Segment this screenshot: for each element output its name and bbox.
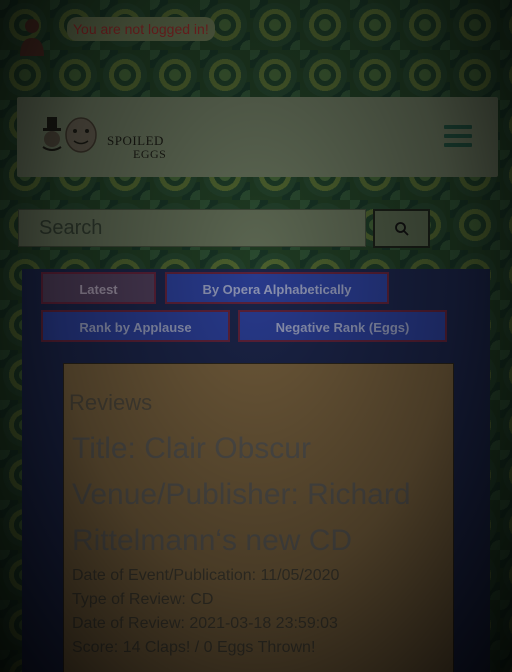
tab-rank-by-applause[interactable]: Rank by Applause [41, 310, 230, 342]
tab-latest[interactable]: Latest [41, 272, 156, 304]
search-input[interactable] [18, 209, 366, 247]
reviews-heading: Reviews [69, 390, 153, 415]
review-card: Reviews Title: Clair Obscur Venue/Publis… [63, 363, 454, 672]
logo-text-eggs: EGGS [133, 147, 167, 161]
site-header: SPOILED EGGS [17, 97, 498, 177]
search-icon [394, 221, 409, 236]
review-date-of-event: Date of Event/Publication: 11/05/2020 [72, 567, 340, 584]
spoiled-eggs-logo[interactable]: SPOILED EGGS [29, 109, 179, 161]
tab-negative-rank-eggs[interactable]: Negative Rank (Eggs) [238, 310, 447, 342]
tab-by-opera-alphabetically[interactable]: By Opera Alphabetically [165, 272, 389, 304]
search-button[interactable] [373, 209, 430, 248]
review-title[interactable]: Title: Clair Obscur Venue/Publisher: Ric… [72, 426, 452, 564]
review-date-of-review: Date of Review: 2021-03-18 23:59:03 [72, 615, 338, 632]
review-type: Type of Review: CD [72, 591, 214, 608]
logo-icon [42, 117, 97, 153]
review-score: Score: 14 Claps! / 0 Eggs Thrown! [72, 639, 316, 656]
hamburger-menu-icon[interactable] [444, 125, 472, 147]
login-status-badge: You are not logged in! [67, 17, 215, 41]
user-icon[interactable] [18, 16, 46, 60]
